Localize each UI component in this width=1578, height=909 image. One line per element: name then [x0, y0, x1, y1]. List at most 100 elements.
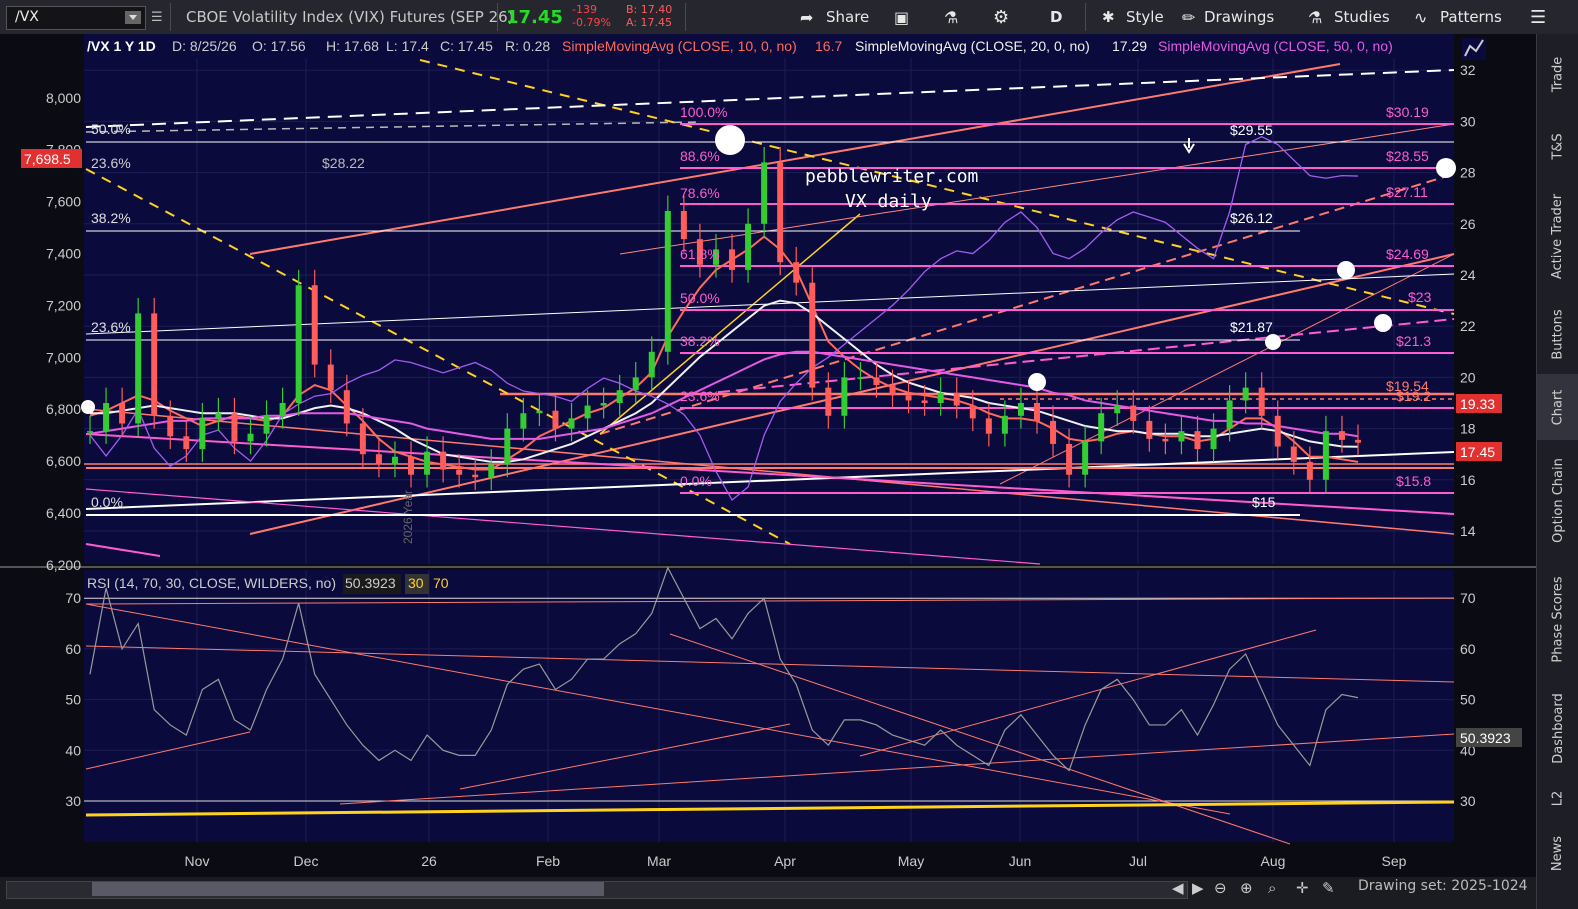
y-left-tick-label: 7,400: [46, 246, 81, 262]
tab-trade[interactable]: Trade: [1537, 34, 1578, 114]
scroll-left-icon[interactable]: ◀: [1172, 879, 1184, 897]
price-bar: [1258, 387, 1265, 416]
price-bar: [969, 405, 976, 419]
drawings-button[interactable]: Drawings: [1204, 0, 1274, 34]
crosshair-icon[interactable]: ✛: [1296, 879, 1309, 897]
price-bar: [279, 403, 286, 416]
flask-icon[interactable]: ⚗: [944, 0, 958, 34]
price-bar: [263, 415, 270, 434]
share-icon[interactable]: ➦: [800, 0, 813, 34]
rsi-label[interactable]: RSI (14, 70, 30, CLOSE, WILDERS, no): [87, 575, 336, 591]
price-bar: [87, 431, 93, 433]
tab-buttons[interactable]: Buttons: [1537, 294, 1578, 374]
marker-dot: [1265, 334, 1281, 350]
price-bar: [327, 364, 334, 391]
gear-icon[interactable]: ⚙: [993, 0, 1009, 34]
price-label-2822: $28.22: [322, 155, 365, 171]
x-tick-label: Jul: [1129, 853, 1147, 869]
pencil-icon[interactable]: ✏: [1182, 0, 1195, 34]
divider: [685, 3, 686, 31]
y-left-tick-label: 6,200: [46, 557, 81, 573]
price-label-192: $19.2: [1396, 388, 1431, 404]
tag-1933: 19.33: [1460, 396, 1495, 412]
price-bar: [905, 395, 912, 401]
price-bar: [1306, 461, 1313, 480]
fib-left-236-upper: 23.6%: [91, 155, 131, 171]
tab-option-chain[interactable]: Option Chain: [1537, 440, 1578, 560]
price-bar: [889, 385, 896, 396]
symbol-input[interactable]: /VX: [6, 6, 146, 30]
rsi-right-tick-label: 30: [1460, 793, 1476, 809]
y-right-tick-label: 22: [1460, 318, 1476, 334]
share-button[interactable]: Share: [826, 0, 869, 34]
price-label-2187: $21.87: [1230, 319, 1273, 335]
price-bar: [1082, 441, 1089, 475]
fib-mid-786: 78.6%: [680, 185, 720, 201]
rsi-right-tick-label: 50: [1460, 692, 1476, 708]
link-icon[interactable]: ☰: [151, 0, 163, 34]
price-bar: [1162, 438, 1169, 442]
tab-chart[interactable]: Chart: [1537, 374, 1578, 440]
y-left-tick-label: 7,200: [46, 297, 81, 313]
sma50-label[interactable]: SimpleMovingAvg (CLOSE, 50, 0, no): [1158, 38, 1393, 54]
ask-price: A: 17.45: [626, 16, 673, 29]
chevron-down-icon[interactable]: [125, 11, 141, 24]
sma20-label[interactable]: SimpleMovingAvg (CLOSE, 20, 0, no): [855, 38, 1090, 54]
price-bar: [151, 313, 158, 416]
price-bar: [408, 456, 415, 475]
price-bar: [391, 456, 398, 465]
period-button[interactable]: D: [1050, 0, 1062, 34]
tab-dashboard[interactable]: Dashboard: [1537, 678, 1578, 778]
price-bar: [680, 211, 687, 240]
screenshot-icon[interactable]: ▣: [894, 0, 909, 34]
tab-phase-scores[interactable]: Phase Scores: [1537, 560, 1578, 678]
price-bar: [247, 433, 254, 442]
price-bar: [552, 410, 559, 429]
divider: [497, 3, 498, 31]
price-bar: [777, 162, 784, 263]
tab-l2-label: L2: [1550, 790, 1566, 806]
patterns-icon[interactable]: ∿: [1414, 0, 1427, 34]
price-label-2955: $29.55: [1230, 122, 1273, 138]
tab-option-chain-label: Option Chain: [1550, 457, 1566, 543]
x-tick-label: Jun: [1009, 853, 1032, 869]
price-bar: [857, 377, 864, 379]
price-bar: [584, 405, 591, 419]
sma10-label[interactable]: SimpleMovingAvg (CLOSE, 10, 0, no): [562, 38, 797, 54]
tab-news[interactable]: News: [1537, 818, 1578, 888]
rsi-value: 50.3923: [345, 575, 396, 591]
studies-flask-icon[interactable]: ⚗: [1308, 0, 1322, 34]
studies-button[interactable]: Studies: [1334, 0, 1390, 34]
tab-active-trader-label: Active Trader: [1550, 193, 1566, 279]
divider: [170, 3, 171, 31]
draw-icon[interactable]: ✎: [1322, 879, 1335, 897]
patterns-button[interactable]: Patterns: [1440, 0, 1502, 34]
zoom-in-icon[interactable]: ⊕: [1240, 879, 1253, 897]
header-high: H: 17.68: [326, 38, 379, 54]
tab-l2[interactable]: L2: [1537, 778, 1578, 818]
style-button[interactable]: Style: [1126, 0, 1164, 34]
zoom-out-icon[interactable]: ⊖: [1214, 879, 1227, 897]
menu-icon[interactable]: ☰: [1530, 0, 1546, 34]
tab-active-trader[interactable]: Active Trader: [1537, 178, 1578, 294]
tab-ts-label: T&S: [1550, 132, 1566, 160]
rsi-left-tick-label: 70: [65, 590, 81, 606]
chart-area[interactable]: Nov Dec 26 Feb Mar Apr May Jun Jul Aug Sep 32 30 28 26…: [0, 34, 1536, 877]
x-tick-label: Dec: [294, 853, 319, 869]
y-right-tick-label: 28: [1460, 165, 1476, 181]
scroll-right-icon[interactable]: ▶: [1192, 879, 1204, 897]
tab-chart-label: Chart: [1550, 389, 1566, 425]
rsi-level-70: 70: [433, 575, 449, 591]
tab-ts[interactable]: T&S: [1537, 114, 1578, 178]
price-bar: [1290, 446, 1297, 462]
draw-tool-icon[interactable]: [1462, 38, 1486, 60]
fib-left-382: 38.2%: [91, 210, 131, 226]
style-icon[interactable]: ✱: [1102, 0, 1115, 34]
tab-news-label: News: [1550, 835, 1566, 871]
drawing-set-label[interactable]: Drawing set: 2025-1024: [1358, 878, 1528, 894]
zoom-fit-icon[interactable]: ⌕: [1268, 879, 1276, 897]
scroll-thumb[interactable]: [92, 882, 604, 896]
y-left-tick-label: 6,800: [46, 401, 81, 417]
rsi-right-tick-label: 70: [1460, 590, 1476, 606]
price-bar: [1017, 403, 1024, 416]
